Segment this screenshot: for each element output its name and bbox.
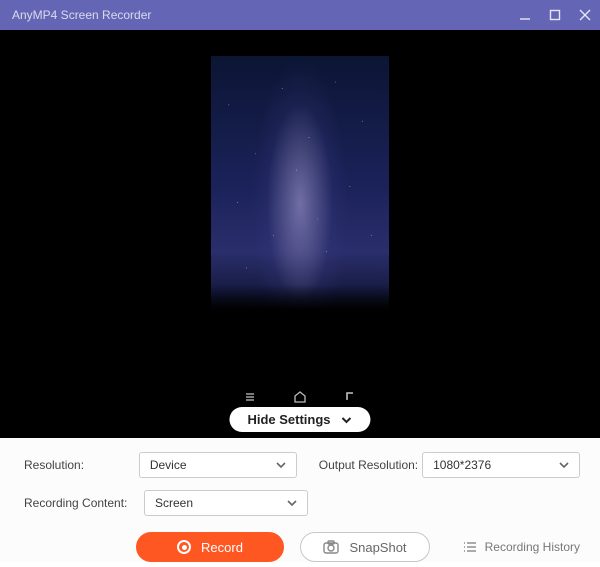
title-bar: AnyMP4 Screen Recorder (0, 0, 600, 30)
phone-preview (211, 56, 389, 412)
recording-history-button[interactable]: Recording History (463, 540, 580, 554)
resolution-select[interactable]: Device (139, 452, 297, 478)
chevron-down-icon (276, 460, 286, 470)
camera-icon (323, 540, 339, 554)
menu-icon[interactable] (243, 390, 257, 404)
wallpaper-image (211, 56, 389, 382)
output-resolution-label: Output Resolution: (319, 458, 422, 472)
phone-screen (211, 56, 389, 382)
record-label: Record (201, 540, 243, 555)
close-icon[interactable] (578, 8, 592, 22)
record-icon (177, 540, 191, 554)
preview-area: Hide Settings (0, 30, 600, 438)
window-controls (518, 8, 592, 22)
chevron-down-icon (341, 414, 353, 426)
home-icon[interactable] (293, 390, 307, 404)
resolution-value: Device (150, 458, 187, 472)
minimize-icon[interactable] (518, 8, 532, 22)
settings-row-2: Recording Content: Screen (24, 490, 580, 516)
hide-settings-label: Hide Settings (247, 412, 330, 427)
settings-panel: Resolution: Device Output Resolution: 10… (0, 438, 600, 562)
list-icon (463, 541, 477, 553)
recording-content-select[interactable]: Screen (144, 490, 308, 516)
app-title: AnyMP4 Screen Recorder (12, 8, 151, 22)
chevron-down-icon (287, 498, 297, 508)
snapshot-label: SnapShot (349, 540, 406, 555)
recording-content-label: Recording Content: (24, 496, 144, 510)
snapshot-button[interactable]: SnapShot (300, 532, 430, 562)
settings-row-1: Resolution: Device Output Resolution: 10… (24, 452, 580, 478)
recording-content-value: Screen (155, 496, 193, 510)
recording-history-label: Recording History (485, 540, 580, 554)
record-button[interactable]: Record (136, 532, 284, 562)
output-resolution-select[interactable]: 1080*2376 (422, 452, 580, 478)
output-resolution-value: 1080*2376 (433, 458, 491, 472)
maximize-icon[interactable] (548, 8, 562, 22)
back-icon[interactable] (343, 390, 357, 404)
chevron-down-icon (559, 460, 569, 470)
action-bar: Record SnapShot Recording History (24, 532, 580, 562)
resolution-label: Resolution: (24, 458, 139, 472)
hide-settings-button[interactable]: Hide Settings (229, 407, 370, 432)
